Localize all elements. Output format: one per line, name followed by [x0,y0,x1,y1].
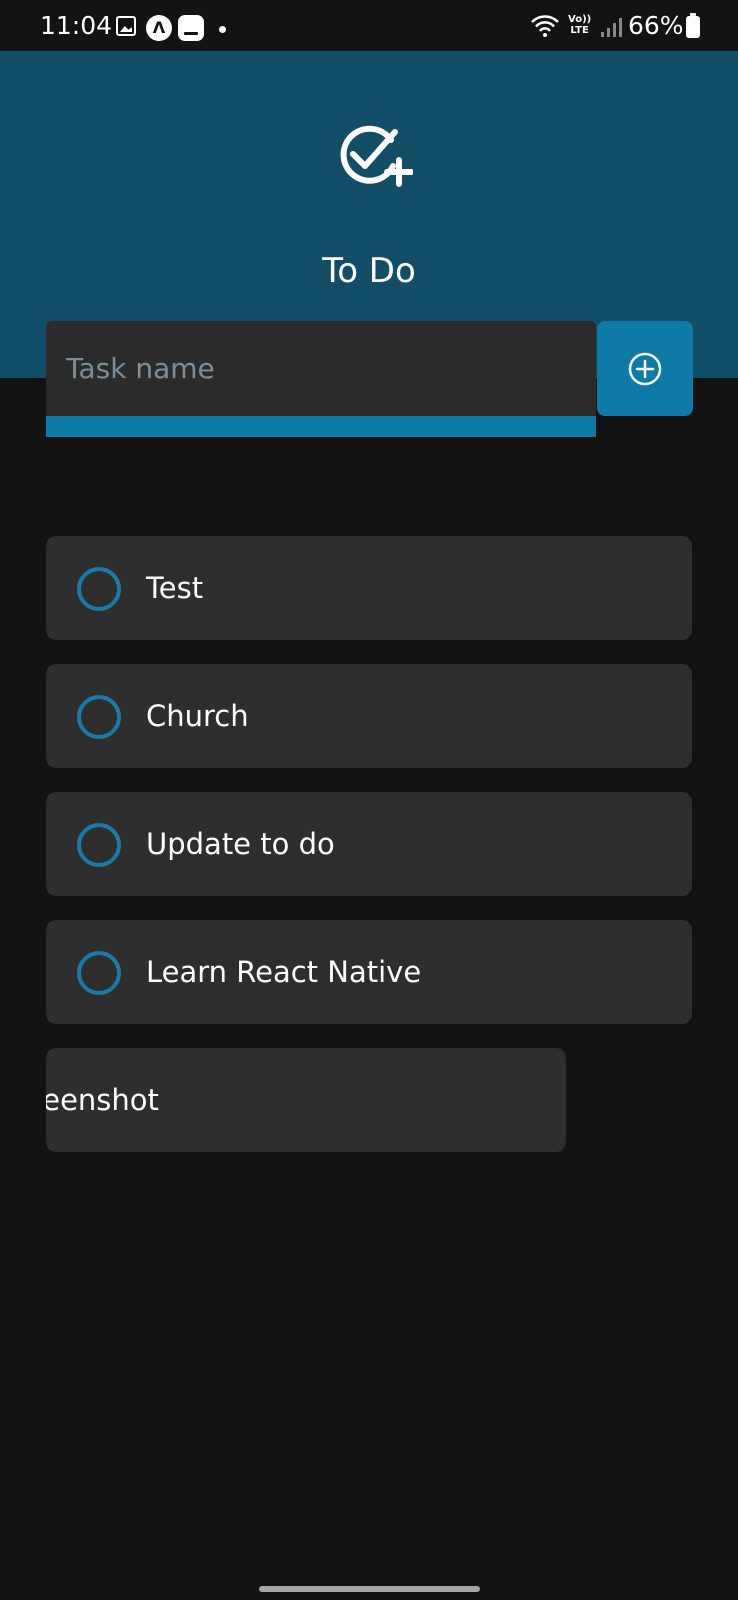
task-label: Learn React Native [146,955,422,989]
check-circle-plus-icon [333,118,414,192]
input-focus-underline [46,416,596,437]
task-name-field[interactable] [46,321,596,416]
task-label: creenshot [46,1083,159,1117]
wifi-icon [530,14,560,42]
task-item[interactable]: Test [46,536,692,640]
task-checkbox[interactable] [77,951,121,995]
task-item-swiping[interactable]: creenshot [46,1048,566,1152]
add-task-button[interactable] [597,321,693,416]
task-checkbox[interactable] [77,823,121,867]
volte-label: Vo)) [568,14,592,25]
task-item[interactable]: Church [46,664,692,768]
plus-circle-icon [628,352,662,386]
task-checkbox[interactable] [77,695,121,739]
task-label: Church [146,699,249,733]
notification-dot-icon [219,26,226,33]
task-label: Test [146,571,204,605]
keyboard-icon [178,15,204,41]
status-bar: 11:04 Λ Vo)) LTE 66% [0,0,738,51]
battery-percentage: 66% [628,11,684,40]
home-gesture-handle[interactable] [259,1586,480,1592]
task-item[interactable]: Learn React Native [46,920,692,1024]
gallery-icon [116,16,136,36]
task-checkbox[interactable] [77,567,121,611]
signal-icon [600,16,622,42]
task-name-input[interactable] [46,321,596,416]
task-label: Update to do [146,827,335,861]
lte-indicator: Vo)) LTE [568,14,591,36]
expo-icon: Λ [146,15,172,41]
navigation-bar [0,1571,738,1600]
lte-label: LTE [570,25,589,36]
app-title: To Do [322,251,416,291]
status-time: 11:04 [40,11,113,40]
task-item[interactable]: Update to do [46,792,692,896]
battery-icon [686,13,700,38]
